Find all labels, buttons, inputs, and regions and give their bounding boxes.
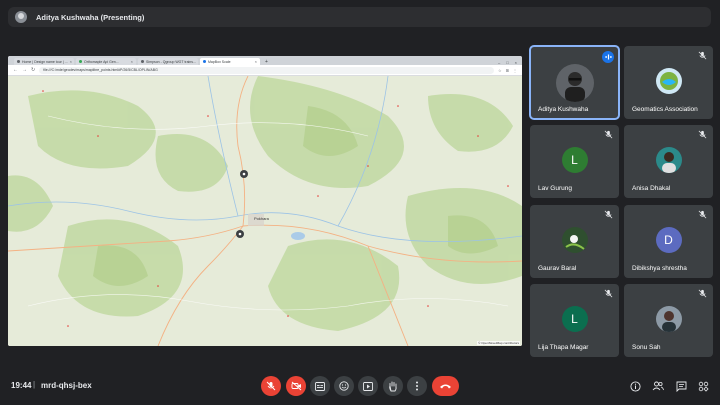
back-icon: ←	[13, 67, 18, 73]
participant-name: Dibikshya shrestha	[632, 265, 687, 272]
meeting-code: mrd-qhsj-bex	[41, 381, 92, 390]
participant-avatar: L	[561, 147, 588, 173]
forward-icon: →	[22, 67, 27, 73]
presenter-title: Aditya Kushwaha (Presenting)	[36, 12, 145, 22]
mic-off-icon	[698, 210, 707, 219]
meeting-controls-bar: 19:44 | mrd-qhsj-bex	[0, 372, 720, 400]
presenter-banner: Aditya Kushwaha (Presenting)	[8, 7, 711, 27]
camera-off-icon	[291, 381, 301, 391]
activities-button[interactable]	[697, 380, 709, 392]
url-field: file:///C:/mde/geodev/maps/maplibre_poin…	[39, 66, 495, 74]
shared-screen[interactable]: Home | Design name tour | ... × Orthomapl…	[8, 56, 522, 346]
separator: |	[33, 380, 36, 389]
leave-call-button[interactable]	[432, 376, 459, 396]
mic-off-icon	[698, 130, 707, 139]
chat-button[interactable]	[675, 380, 687, 392]
mic-off-icon	[698, 289, 707, 298]
present-now-button[interactable]	[358, 376, 378, 396]
participant-avatar	[555, 64, 594, 102]
more-options-icon	[416, 381, 418, 391]
participant-tile-gaurav-baral[interactable]: Gaurav Baral	[530, 205, 619, 278]
participant-tile-lav-gurung[interactable]: L Lav Gurung	[530, 125, 619, 198]
reactions-button[interactable]	[334, 376, 354, 396]
mic-off-icon	[604, 130, 613, 139]
participant-name: Geomatics Association	[632, 106, 698, 113]
people-button[interactable]	[652, 380, 664, 392]
meeting-details-button[interactable]	[629, 380, 641, 392]
toggle-microphone-button[interactable]	[261, 376, 281, 396]
participant-name: Anisa Dhakal	[632, 185, 671, 192]
topographic-map: Pokhara	[8, 76, 522, 346]
participant-tile-lija-thapa-magar[interactable]: L Lija Thapa Magar	[530, 284, 619, 357]
browser-tab: Home | Design name tour | ... ×	[14, 58, 74, 65]
participant-tile-sonu-sah[interactable]: Sonu Sah	[624, 284, 713, 357]
browser-tab: Simpson - Qgroup WGT trains...×	[138, 58, 198, 65]
participant-tile-anisa-dhakal[interactable]: Anisa Dhakal	[624, 125, 713, 198]
participant-tile-aditya-kushwaha[interactable]: Aditya Kushwaha	[529, 45, 620, 120]
participant-tile-dibikshya-shrestha[interactable]: D Dibikshya shrestha	[624, 205, 713, 278]
mic-off-icon	[604, 210, 613, 219]
organization-logo-avatar	[655, 68, 682, 94]
mic-off-icon	[604, 289, 613, 298]
captions-button[interactable]	[310, 376, 330, 396]
presenter-avatar	[15, 11, 27, 23]
browser-address-bar: ← → ↻ file:///C:/mde/geodev/maps/maplibr…	[8, 65, 522, 76]
participant-name: Gaurav Baral	[538, 265, 577, 272]
browser-tab: Orthomaple Api Gen... ×	[76, 58, 136, 65]
participant-avatar	[561, 227, 588, 253]
new-tab-icon: +	[265, 59, 268, 65]
meeting-clock: 19:44	[11, 381, 32, 390]
participant-name: Sonu Sah	[632, 344, 661, 351]
more-options-button[interactable]	[407, 376, 427, 396]
participant-name: Lav Gurung	[538, 185, 572, 192]
chat-icon	[676, 381, 686, 392]
end-call-icon	[440, 384, 451, 389]
emoji-icon	[339, 381, 349, 391]
participant-avatar	[655, 306, 682, 332]
map-city-label: Pokhara	[254, 216, 270, 221]
toggle-camera-button[interactable]	[286, 376, 306, 396]
browser-tabstrip: Home | Design name tour | ... × Orthomapl…	[8, 56, 522, 65]
speaking-indicator-icon	[602, 51, 614, 63]
people-icon	[652, 381, 664, 391]
captions-icon	[315, 381, 325, 391]
participant-name: Lija Thapa Magar	[538, 344, 589, 351]
mic-off-icon	[698, 51, 707, 60]
mic-off-icon	[266, 381, 276, 391]
present-screen-icon	[363, 381, 373, 391]
participant-avatar: L	[561, 306, 588, 332]
participant-tile-geomatics-association[interactable]: Geomatics Association	[624, 46, 713, 119]
info-icon	[629, 380, 641, 392]
raise-hand-button[interactable]	[383, 376, 403, 396]
activities-icon	[698, 381, 709, 392]
raise-hand-icon	[389, 381, 397, 391]
reload-icon: ↻	[31, 67, 36, 73]
window-controls: – □ ×	[498, 60, 517, 65]
participant-avatar: D	[655, 227, 682, 253]
browser-extensions: ☆ ⊞ ⋮	[498, 67, 517, 73]
participant-avatar	[655, 147, 682, 173]
browser-tab-active: MapBox Scale ×	[200, 58, 260, 65]
map-attribution: © OpenStreetMap contributors	[477, 341, 520, 345]
participant-name: Aditya Kushwaha	[538, 106, 589, 113]
